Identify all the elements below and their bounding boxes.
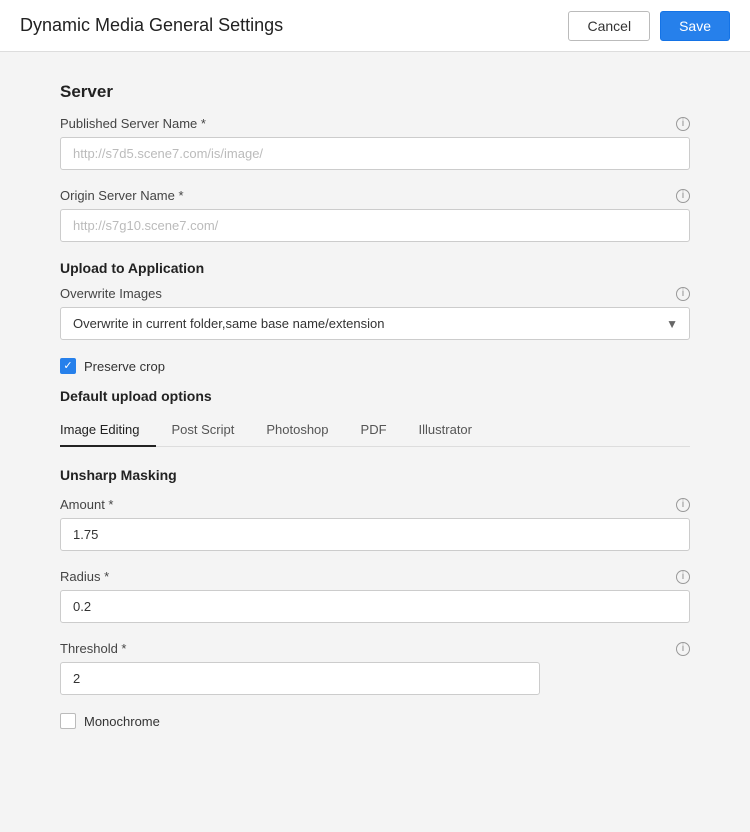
page-title: Dynamic Media General Settings — [20, 15, 283, 36]
server-section-title: Server — [60, 82, 690, 102]
origin-server-name-input[interactable] — [60, 209, 690, 242]
upload-to-application-section: Upload to Application Overwrite Images i… — [60, 260, 690, 374]
amount-input[interactable] — [60, 518, 690, 551]
origin-server-name-field: Origin Server Name * i — [60, 188, 690, 242]
default-upload-options-section: Default upload options Image Editing Pos… — [60, 388, 690, 729]
preserve-crop-row: ✓ Preserve crop — [60, 358, 690, 374]
image-editing-content: Unsharp Masking Amount * i Radius * i Th… — [60, 467, 690, 729]
monochrome-checkbox[interactable] — [60, 713, 76, 729]
preserve-crop-checkbox[interactable]: ✓ — [60, 358, 76, 374]
radius-info-icon[interactable]: i — [676, 570, 690, 584]
tab-pdf[interactable]: PDF — [345, 414, 403, 447]
radius-field: Radius * i — [60, 569, 690, 623]
threshold-field: Threshold * i — [60, 641, 690, 695]
overwrite-images-select-wrapper: Overwrite in current folder,same base na… — [60, 307, 690, 340]
overwrite-images-info-icon[interactable]: i — [676, 287, 690, 301]
published-server-name-input[interactable] — [60, 137, 690, 170]
radius-input[interactable] — [60, 590, 690, 623]
cancel-button[interactable]: Cancel — [568, 11, 650, 41]
overwrite-images-field: Overwrite Images i Overwrite in current … — [60, 286, 690, 340]
tab-photoshop[interactable]: Photoshop — [250, 414, 344, 447]
default-upload-title: Default upload options — [60, 388, 690, 404]
tab-post-script[interactable]: Post Script — [156, 414, 251, 447]
published-server-name-field: Published Server Name * i — [60, 116, 690, 170]
main-content: Server Published Server Name * i Origin … — [0, 52, 750, 832]
tab-image-editing[interactable]: Image Editing — [60, 414, 156, 447]
origin-server-name-label: Origin Server Name * — [60, 188, 184, 203]
tabs-bar: Image Editing Post Script Photoshop PDF … — [60, 414, 690, 447]
unsharp-masking-title: Unsharp Masking — [60, 467, 690, 483]
top-bar-actions: Cancel Save — [568, 11, 730, 41]
origin-server-name-info-icon[interactable]: i — [676, 189, 690, 203]
tab-illustrator[interactable]: Illustrator — [403, 414, 488, 447]
radius-label: Radius * — [60, 569, 109, 584]
checkmark-icon: ✓ — [63, 361, 72, 372]
overwrite-images-label: Overwrite Images — [60, 286, 162, 301]
monochrome-row: Monochrome — [60, 713, 690, 729]
amount-info-icon[interactable]: i — [676, 498, 690, 512]
published-server-name-info-icon[interactable]: i — [676, 117, 690, 131]
monochrome-label: Monochrome — [84, 714, 160, 729]
overwrite-images-select[interactable]: Overwrite in current folder,same base na… — [60, 307, 690, 340]
top-bar: Dynamic Media General Settings Cancel Sa… — [0, 0, 750, 52]
server-section: Server Published Server Name * i Origin … — [60, 82, 690, 242]
amount-field: Amount * i — [60, 497, 690, 551]
threshold-label: Threshold * — [60, 641, 126, 656]
amount-label: Amount * — [60, 497, 113, 512]
published-server-name-label: Published Server Name * — [60, 116, 206, 131]
threshold-input[interactable] — [60, 662, 540, 695]
upload-section-title: Upload to Application — [60, 260, 690, 276]
preserve-crop-label: Preserve crop — [84, 359, 165, 374]
save-button[interactable]: Save — [660, 11, 730, 41]
threshold-info-icon[interactable]: i — [676, 642, 690, 656]
